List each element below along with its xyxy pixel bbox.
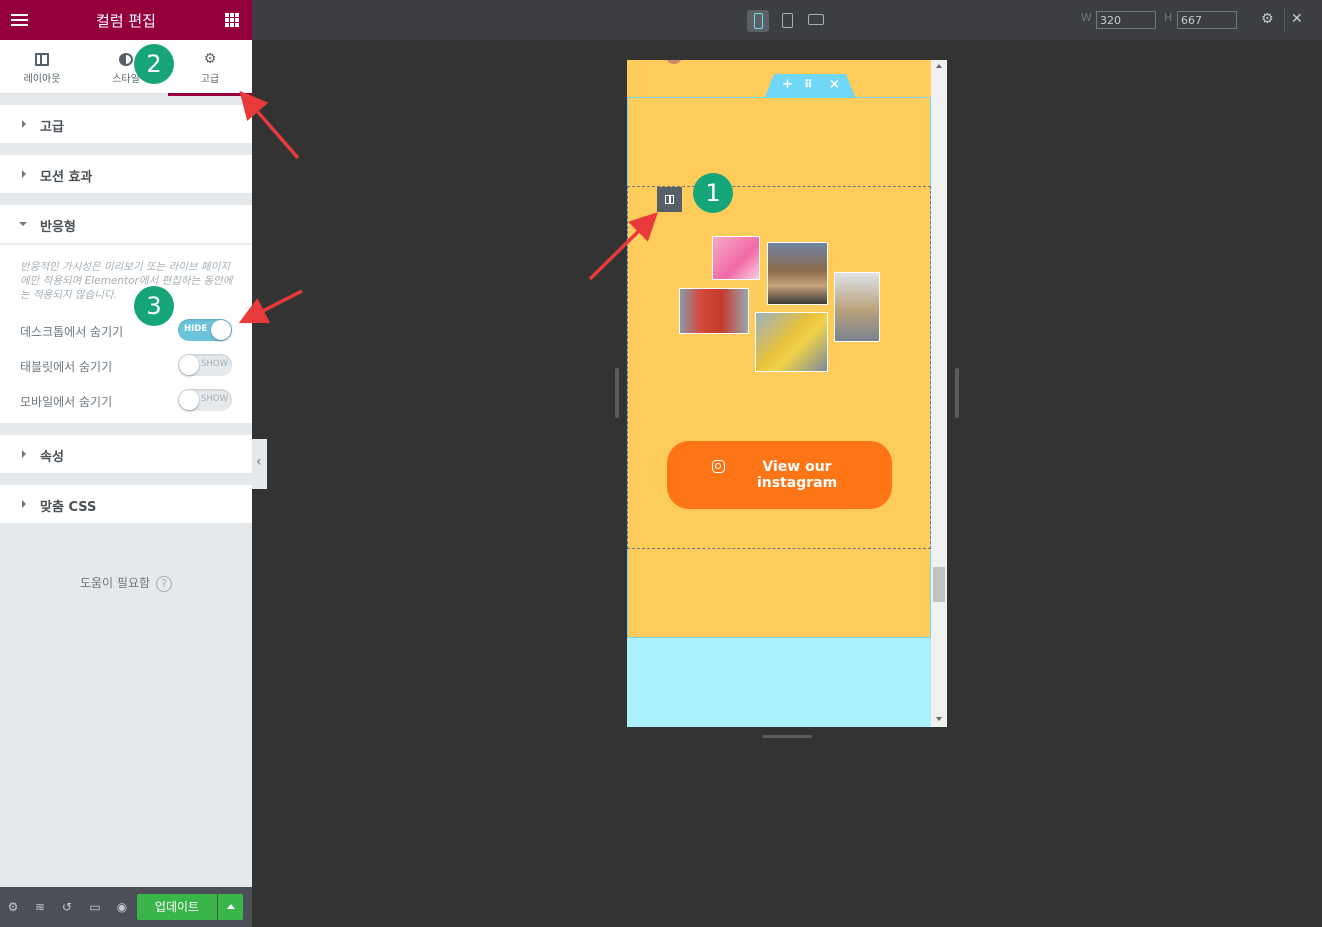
arrow-to-advanced-tab xyxy=(239,90,300,160)
annotation-badge-3: 3 xyxy=(134,286,174,326)
control-hide-desktop: 데스크톱에서 숨기기 HIDE xyxy=(20,319,232,341)
style-icon xyxy=(119,53,133,66)
photo-office-interior xyxy=(834,272,880,342)
delete-section-icon[interactable]: × xyxy=(829,77,840,92)
caret-right-icon xyxy=(22,500,26,508)
caret-right-icon xyxy=(22,450,26,458)
device-desktop-button[interactable] xyxy=(805,10,827,32)
tab-layout[interactable]: 레이아웃 xyxy=(0,40,84,94)
photo-cleaning-team xyxy=(679,288,749,334)
hide-tablet-state: SHOW xyxy=(201,359,228,369)
caret-right-icon xyxy=(22,120,26,128)
mobile-icon xyxy=(754,13,763,29)
photo-glove-wiping xyxy=(755,312,828,372)
scroll-thumb[interactable] xyxy=(933,567,945,602)
history-icon[interactable]: ↺ xyxy=(60,900,74,914)
mobile-preview: + ⠿ × View our instagram xyxy=(627,60,947,727)
control-hide-mobile: 모바일에서 숨기기 SHOW xyxy=(20,389,232,411)
resize-handle-left[interactable] xyxy=(615,368,619,418)
tablet-icon xyxy=(782,13,793,28)
caret-right-icon xyxy=(22,170,26,178)
section-attributes-label: 속성 xyxy=(40,450,64,465)
tab-style-label: 스타일 xyxy=(112,74,140,85)
update-options-button[interactable] xyxy=(218,894,243,920)
settings-icon[interactable]: ⚙ xyxy=(6,900,20,914)
close-icon[interactable]: ✕ xyxy=(1291,11,1303,27)
instagram-button-label: View our instagram xyxy=(757,459,838,491)
responsive-controls: 반응적인 가시성은 미리보기 또는 라이브 페이지에만 적용되며 Element… xyxy=(0,244,252,423)
add-section-icon[interactable]: + xyxy=(782,77,793,92)
section-handle[interactable]: + ⠿ × xyxy=(765,74,855,97)
arrow-to-hide-switch xyxy=(238,289,303,324)
tab-layout-label: 레이아웃 xyxy=(23,74,61,85)
responsive-description: 반응적인 가시성은 미리보기 또는 라이브 페이지에만 적용되며 Element… xyxy=(20,261,233,301)
section-responsive-label: 반응형 xyxy=(40,220,76,235)
desktop-icon xyxy=(808,14,824,25)
widgets-grid-icon[interactable] xyxy=(225,13,239,27)
annotation-badge-2: 2 xyxy=(134,44,174,84)
control-hide-tablet: 태블릿에서 숨기기 SHOW xyxy=(20,354,232,376)
photo-modern-house xyxy=(767,242,828,305)
height-label: H xyxy=(1164,11,1173,24)
section-motion-label: 모션 효과 xyxy=(40,170,93,185)
help-icon: ? xyxy=(156,575,173,592)
hide-mobile-label: 모바일에서 숨기기 xyxy=(20,395,113,409)
device-tablet-button[interactable] xyxy=(776,10,798,32)
responsive-icon[interactable]: ▭ xyxy=(88,900,102,914)
help-link[interactable]: 도움이 필요함? xyxy=(0,574,252,592)
section-advanced-label: 고급 xyxy=(40,120,64,135)
resize-handle-right[interactable] xyxy=(955,368,959,418)
photo-pink-cleaning xyxy=(712,236,760,280)
layers-icon[interactable]: ≋ xyxy=(33,900,47,914)
hide-mobile-state: SHOW xyxy=(201,394,228,404)
instagram-icon xyxy=(712,460,725,473)
hide-desktop-switch[interactable]: HIDE xyxy=(178,319,232,341)
panel-tabs: 레이아웃 스타일 ⚙ 고급 xyxy=(0,40,252,96)
tab-advanced[interactable]: ⚙ 고급 xyxy=(168,40,252,96)
hide-desktop-state: HIDE xyxy=(184,324,208,334)
width-label: W xyxy=(1081,11,1092,24)
section-custom-css-label: 맞춤 CSS xyxy=(40,500,97,515)
instagram-button[interactable]: View our instagram xyxy=(667,441,892,509)
width-input[interactable] xyxy=(1096,11,1156,29)
editor-panel: 컬럼 편집 레이아웃 스타일 ⚙ 고급 고급 모션 효과 반응형 반응적인 가시… xyxy=(0,0,252,927)
layout-icon xyxy=(35,53,49,66)
switch-knob xyxy=(179,390,199,410)
panel-header: 컬럼 편집 xyxy=(0,0,252,40)
device-mobile-button[interactable] xyxy=(747,10,769,32)
hide-tablet-label: 태블릿에서 숨기기 xyxy=(20,360,113,374)
hide-tablet-switch[interactable]: SHOW xyxy=(178,354,232,376)
hide-mobile-switch[interactable]: SHOW xyxy=(178,389,232,411)
update-button[interactable]: 업데이트 xyxy=(137,894,217,920)
caret-down-icon xyxy=(19,222,27,226)
preview-scrollbar[interactable] xyxy=(931,60,947,727)
help-label: 도움이 필요함 xyxy=(79,576,151,590)
scroll-up-icon[interactable] xyxy=(936,64,942,68)
annotation-badge-1: 1 xyxy=(693,173,733,213)
section-responsive[interactable]: 반응형 xyxy=(0,205,252,243)
scroll-down-icon[interactable] xyxy=(936,717,942,721)
collapse-panel-button[interactable] xyxy=(252,439,267,489)
settings-gear-icon[interactable]: ⚙ xyxy=(1261,11,1274,27)
panel-title: 컬럼 편집 xyxy=(96,12,156,30)
gear-icon: ⚙ xyxy=(203,51,217,67)
divider xyxy=(1284,8,1285,32)
drag-handle-icon[interactable]: ⠿ xyxy=(804,78,813,91)
section-custom-css[interactable]: 맞춤 CSS xyxy=(0,485,252,523)
height-input[interactable] xyxy=(1177,11,1237,29)
avatar-partial xyxy=(667,60,681,64)
section-advanced[interactable]: 고급 xyxy=(0,105,252,143)
column-edit-handle[interactable] xyxy=(657,187,682,212)
hide-desktop-label: 데스크톱에서 숨기기 xyxy=(20,325,124,339)
switch-knob xyxy=(211,320,231,340)
switch-knob xyxy=(179,355,199,375)
section-motion-effects[interactable]: 모션 효과 xyxy=(0,155,252,193)
next-section xyxy=(627,638,931,727)
responsive-topbar: W H ⚙ ✕ xyxy=(252,0,1322,40)
section-attributes[interactable]: 속성 xyxy=(0,435,252,473)
preview-eye-icon[interactable]: ◉ xyxy=(115,900,129,914)
resize-handle-bottom[interactable] xyxy=(762,735,812,738)
tab-advanced-label: 고급 xyxy=(200,74,220,85)
